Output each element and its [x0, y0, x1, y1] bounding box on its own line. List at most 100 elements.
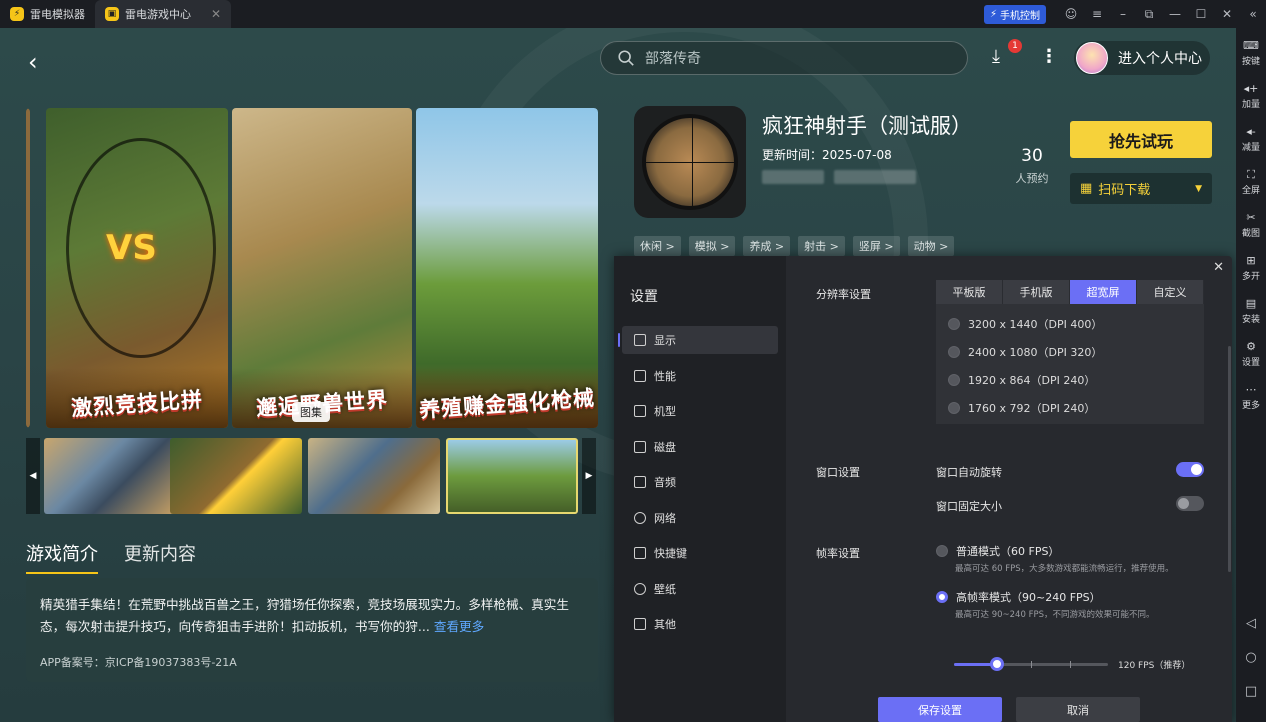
- gallery-image-1[interactable]: VS 激烈竞技比拼: [46, 108, 228, 428]
- settings-menu-shortcuts[interactable]: 快捷键: [622, 539, 778, 567]
- multi-instance-icon: ⊞: [1246, 254, 1256, 267]
- sidebar-item-label: 全屏: [1241, 186, 1260, 196]
- more-options-icon[interactable]: ⋮: [1040, 46, 1058, 67]
- screenshot-gallery[interactable]: VS 激烈竞技比拼 邂逅野兽世界 养殖赚金强化枪械: [26, 108, 598, 428]
- tag-item[interactable]: 模拟 >: [688, 236, 736, 256]
- gallery-image-3[interactable]: 养殖赚金强化枪械: [416, 108, 598, 428]
- radio-icon: [936, 545, 948, 557]
- profile-button[interactable]: 进入个人中心: [1074, 41, 1210, 75]
- minimize-icon[interactable]: —: [1162, 0, 1188, 28]
- sidebar-item-volume-up[interactable]: ◂+ 加量: [1236, 75, 1266, 118]
- restore-window-icon[interactable]: ⧉: [1136, 0, 1162, 28]
- see-more-link[interactable]: 查看更多: [434, 619, 484, 634]
- thumbnail-2[interactable]: [170, 438, 302, 514]
- android-recent-icon[interactable]: □: [1236, 684, 1266, 699]
- settings-menu-wallpaper[interactable]: 壁纸: [622, 575, 778, 603]
- scan-download-button[interactable]: ▦ 扫码下载 ▼: [1070, 173, 1212, 204]
- search-placeholder: 部落传奇: [645, 51, 701, 67]
- reserve-label: 人预约: [1015, 172, 1049, 185]
- tab-tablet[interactable]: 平板版: [936, 280, 1003, 304]
- resolution-option[interactable]: 3200 x 1440（DPI 400）: [948, 310, 1204, 338]
- sidebar-item-more[interactable]: ⋯ 更多: [1236, 376, 1266, 419]
- search-input[interactable]: 部落传奇: [600, 41, 968, 75]
- resolution-option[interactable]: 1920 x 864（DPI 240）: [948, 366, 1204, 394]
- settings-menu-label: 磁盘: [654, 440, 676, 454]
- emulator-sidebar: ⌨ 按键 ◂+ 加量 ◂- 减量 ⛶ 全屏 ✂ 截图 ⊞ 多开 ▤ 安装 ⚙ 设置 ⋯ 更多 ◁ …: [1236, 28, 1266, 722]
- android-home-icon[interactable]: ○: [1236, 650, 1266, 665]
- auto-rotate-toggle[interactable]: [1176, 462, 1204, 477]
- tab-emulator[interactable]: ⚡ 雷电模拟器: [0, 0, 95, 28]
- resolution-option[interactable]: 1760 x 792（DPI 240）: [948, 394, 1204, 422]
- tab-phone[interactable]: 手机版: [1003, 280, 1070, 304]
- tab-intro[interactable]: 游戏简介: [26, 540, 98, 574]
- settings-menu-other[interactable]: 其他: [622, 610, 778, 638]
- settings-scrollbar[interactable]: [1228, 346, 1231, 572]
- radio-icon: [948, 402, 960, 414]
- phone-control-button[interactable]: ⚡ 手机控制: [983, 4, 1046, 24]
- game-title: 疯狂神射手（测试服）: [762, 114, 972, 138]
- settings-title: 设置: [630, 289, 658, 305]
- minimize-small-icon[interactable]: –: [1110, 0, 1136, 28]
- settings-menu-performance[interactable]: 性能: [622, 362, 778, 390]
- settings-menu-display[interactable]: 显示: [618, 326, 778, 354]
- tag-item[interactable]: 射击 >: [798, 236, 845, 256]
- sidebar-item-volume-down[interactable]: ◂- 减量: [1236, 118, 1266, 161]
- android-back-icon[interactable]: ◁: [1236, 616, 1266, 631]
- gallery-image-2[interactable]: 邂逅野兽世界: [232, 108, 412, 428]
- fps-high-option[interactable]: 高帧率模式（90~240 FPS）: [936, 589, 1101, 605]
- thumb-next-icon[interactable]: ▶: [582, 438, 596, 514]
- toggle-knob: [1178, 498, 1189, 509]
- gallery-banner-3: 养殖赚金强化枪械: [418, 385, 596, 423]
- tab-emulator-label: 雷电模拟器: [30, 8, 85, 21]
- thumbnail-4-selected[interactable]: [446, 438, 578, 514]
- cancel-button[interactable]: 取消: [1016, 697, 1140, 722]
- fixed-size-toggle[interactable]: [1176, 496, 1204, 511]
- maximize-icon[interactable]: ☐: [1188, 0, 1214, 28]
- back-arrow-icon[interactable]: ‹: [28, 48, 38, 76]
- tab-ultrawide[interactable]: 超宽屏: [1070, 280, 1137, 304]
- tag-item[interactable]: 养成 >: [743, 236, 791, 256]
- tab-game-center[interactable]: ▣ 雷电游戏中心 ✕: [95, 0, 232, 28]
- tag-item[interactable]: 动物 >: [907, 236, 955, 256]
- tab-game-center-label: 雷电游戏中心: [125, 8, 191, 21]
- thumb-prev-icon[interactable]: ◀: [26, 438, 40, 514]
- sidebar-item-multi[interactable]: ⊞ 多开: [1236, 247, 1266, 290]
- collapse-sidebar-icon[interactable]: «: [1240, 0, 1266, 28]
- resolution-label: 分辨率设置: [816, 288, 871, 301]
- radio-icon: [948, 374, 960, 386]
- sidebar-item-screenshot[interactable]: ✂ 截图: [1236, 204, 1266, 247]
- settings-menu-network[interactable]: 网络: [622, 504, 778, 532]
- tag-item[interactable]: 休闲 >: [634, 236, 681, 256]
- close-tab-icon[interactable]: ✕: [211, 7, 221, 21]
- sidebar-item-keys[interactable]: ⌨ 按键: [1236, 32, 1266, 75]
- tag-item[interactable]: 竖屏 >: [852, 236, 900, 256]
- sidebar-item-fullscreen[interactable]: ⛶ 全屏: [1236, 161, 1266, 204]
- settings-menu-disk[interactable]: 磁盘: [622, 433, 778, 461]
- settings-menu-model[interactable]: 机型: [622, 397, 778, 425]
- intro-text: 精英猎手集结！在荒野中挑战百兽之王，狩猎场任你探索，竞技场展现实力。多样枪械、真…: [40, 594, 584, 638]
- thumbnail-3[interactable]: [308, 438, 440, 514]
- sidebar-item-settings[interactable]: ⚙ 设置: [1236, 333, 1266, 376]
- settings-menu-audio[interactable]: 音频: [622, 468, 778, 496]
- fps-normal-option[interactable]: 普通模式（60 FPS）: [936, 543, 1059, 559]
- fps-high-label: 高帧率模式（90~240 FPS）: [956, 591, 1101, 604]
- scope-icon: [642, 114, 738, 210]
- resolution-option[interactable]: 2400 x 1080（DPI 320）: [948, 338, 1204, 366]
- menu-icon[interactable]: ≡: [1084, 0, 1110, 28]
- close-settings-icon[interactable]: ✕: [1213, 260, 1224, 275]
- slider-tick: [1031, 661, 1032, 668]
- tab-update[interactable]: 更新内容: [124, 540, 196, 574]
- sidebar-item-label: 减量: [1241, 143, 1260, 153]
- auto-rotate-label: 窗口自动旋转: [936, 466, 1002, 479]
- close-window-icon[interactable]: ✕: [1214, 0, 1240, 28]
- thumbnail-1[interactable]: [44, 438, 176, 514]
- save-settings-button[interactable]: 保存设置: [878, 697, 1002, 722]
- try-now-button[interactable]: 抢先试玩: [1070, 121, 1212, 158]
- sidebar-item-label: 更多: [1241, 401, 1260, 411]
- fps-slider[interactable]: [954, 657, 1108, 671]
- tab-custom[interactable]: 自定义: [1137, 280, 1204, 304]
- intro-box: 精英猎手集结！在荒野中挑战百兽之王，狩猎场任你探索，竞技场展现实力。多样枪械、真…: [26, 578, 598, 682]
- fps-slider-handle[interactable]: [990, 657, 1005, 671]
- sidebar-item-install[interactable]: ▤ 安装: [1236, 290, 1266, 333]
- emoji-face-icon[interactable]: ☺: [1058, 0, 1084, 28]
